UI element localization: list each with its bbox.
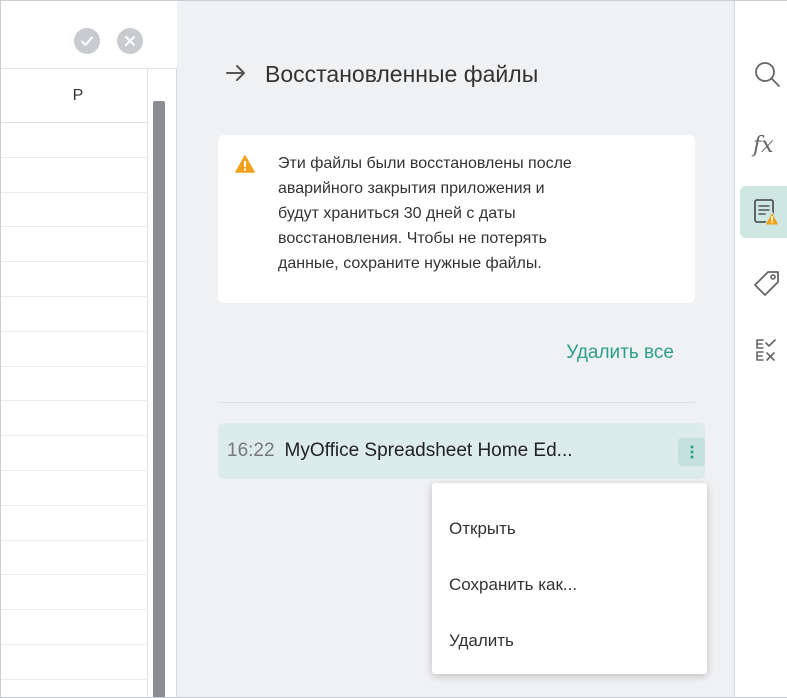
warning-line: восстановления. Чтобы не потерять — [278, 230, 547, 247]
right-sidebar: fx — [734, 1, 787, 697]
confirm-button[interactable] — [74, 28, 100, 54]
sheet-rows[interactable] — [1, 123, 148, 697]
sidebar-formula-button[interactable]: fx — [739, 119, 785, 171]
vertical-scrollbar[interactable] — [153, 101, 165, 697]
recovered-files-icon — [754, 199, 780, 226]
row-header-corner — [1, 69, 9, 123]
tag-icon — [754, 271, 779, 296]
menu-item-delete[interactable]: Удалить — [432, 613, 707, 669]
fx-icon: fx — [753, 132, 774, 158]
sidebar-search-button[interactable] — [739, 48, 785, 100]
review-icon — [756, 339, 776, 361]
search-icon — [755, 62, 780, 87]
panel-title: Восстановленные файлы — [265, 61, 539, 87]
warning-icon — [235, 155, 255, 173]
warning-text: Эти файлы были восстановлены после авари… — [278, 151, 675, 276]
more-options-button[interactable] — [678, 438, 705, 466]
warning-line: аварийного закрытия приложения и — [278, 180, 545, 197]
warning-card: Эти файлы были восстановлены после авари… — [218, 135, 695, 303]
sidebar-review-button[interactable] — [739, 324, 785, 376]
panel-header: Восстановленные файлы — [225, 61, 538, 88]
delete-all-link[interactable]: Удалить все — [566, 342, 674, 364]
sidebar-recovered-files-button[interactable] — [740, 186, 787, 238]
more-vertical-icon — [690, 445, 693, 459]
warning-line: Эти файлы были восстановлены после — [278, 155, 572, 172]
close-icon — [125, 36, 135, 46]
warning-line: будут храниться 30 дней с даты — [278, 205, 516, 222]
warning-line: данные, сохраните нужные файлы. — [278, 255, 542, 272]
context-menu: Открыть Сохранить как... Удалить — [432, 483, 707, 674]
sidebar-tags-button[interactable] — [739, 257, 785, 309]
file-name: MyOffice Spreadsheet Home Ed... — [284, 440, 573, 461]
recovered-files-panel: Восстановленные файлы Эти файлы были вос… — [177, 1, 734, 697]
menu-item-save-as[interactable]: Сохранить как... — [432, 557, 707, 613]
file-time: 16:22 — [227, 440, 275, 461]
spreadsheet-area: P — [1, 1, 177, 697]
check-icon — [81, 36, 93, 46]
divider — [218, 402, 695, 403]
cancel-button[interactable] — [117, 28, 143, 54]
recovered-file-item[interactable]: 16:22 MyOffice Spreadsheet Home Ed... — [218, 423, 705, 479]
menu-item-open[interactable]: Открыть — [432, 501, 707, 557]
formula-bar — [1, 1, 177, 69]
arrow-right-icon[interactable] — [225, 62, 247, 88]
column-header[interactable]: P — [9, 69, 148, 123]
app-window: P Восстановленные файлы Эти файлы были в… — [0, 0, 787, 698]
